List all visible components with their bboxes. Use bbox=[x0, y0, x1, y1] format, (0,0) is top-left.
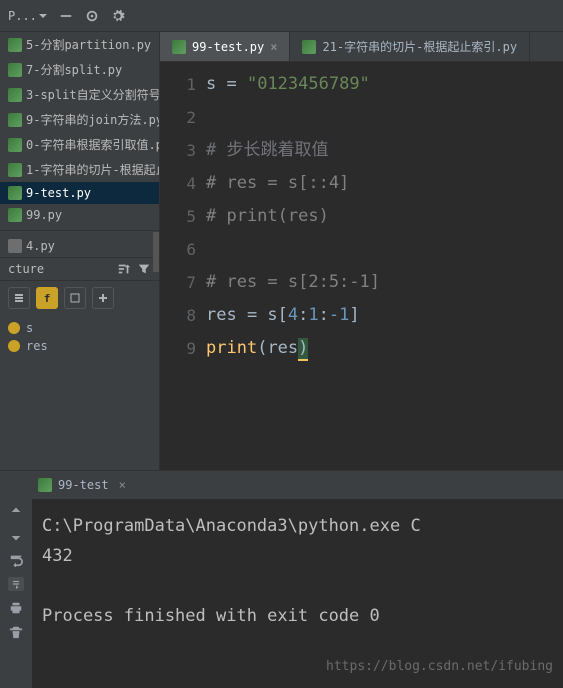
file-row[interactable]: 5-分割partition.py bbox=[0, 32, 159, 57]
watermark: https://blog.csdn.net/ifubing bbox=[326, 652, 553, 682]
structure-items: sres bbox=[0, 315, 159, 359]
structure-header: cture bbox=[0, 257, 159, 281]
structure-btn-3[interactable] bbox=[64, 287, 86, 309]
console-output[interactable]: C:\ProgramData\Anaconda3\python.exe C432… bbox=[32, 499, 563, 688]
file-row[interactable]: 7-分割split.py bbox=[0, 57, 159, 82]
wrap-icon[interactable] bbox=[8, 553, 24, 567]
line-gutter: 123456789 bbox=[160, 68, 206, 470]
file-row[interactable]: 99.py bbox=[0, 204, 159, 226]
collapse-icon[interactable] bbox=[59, 9, 73, 23]
filter-icon[interactable] bbox=[137, 262, 151, 276]
structure-item[interactable]: res bbox=[8, 337, 151, 355]
file-row[interactable]: 3-split自定义分割符号.py bbox=[0, 82, 159, 107]
structure-btn-1[interactable] bbox=[8, 287, 30, 309]
file-row[interactable]: 0-字符串根据索引取值.py bbox=[0, 132, 159, 157]
run-toolbar bbox=[0, 499, 32, 688]
print-icon[interactable] bbox=[9, 601, 23, 615]
project-dropdown[interactable]: P... bbox=[8, 9, 47, 23]
scratch-file[interactable]: 4.py bbox=[0, 235, 159, 257]
structure-btn-4[interactable] bbox=[92, 287, 114, 309]
structure-toolbar: f bbox=[0, 281, 159, 315]
code-lines[interactable]: s = "0123456789" # 步长跳着取值# res = s[::4]#… bbox=[206, 68, 563, 470]
editor-tab[interactable]: 99-test.py× bbox=[160, 32, 290, 61]
scrollbar-thumb[interactable] bbox=[153, 232, 159, 272]
run-tab-bar: 99-test × bbox=[0, 471, 563, 499]
structure-btn-fields[interactable]: f bbox=[36, 287, 58, 309]
target-icon[interactable] bbox=[85, 9, 99, 23]
code-editor: 99-test.py×21-字符串的切片-根据起止索引.py 123456789… bbox=[160, 32, 563, 470]
trash-icon[interactable] bbox=[9, 625, 23, 639]
editor-tab[interactable]: 21-字符串的切片-根据起止索引.py bbox=[290, 32, 530, 61]
file-row[interactable]: 9-字符串的join方法.py bbox=[0, 107, 159, 132]
project-sidebar: 5-分割partition.py7-分割split.py3-split自定义分割… bbox=[0, 32, 160, 470]
close-icon[interactable]: × bbox=[270, 40, 277, 54]
run-panel: 99-test × C:\ProgramData\Anaconda3\pytho… bbox=[0, 470, 563, 688]
file-list: 5-分割partition.py7-分割split.py3-split自定义分割… bbox=[0, 32, 159, 226]
down-icon[interactable] bbox=[9, 529, 23, 543]
run-tab[interactable]: 99-test × bbox=[28, 474, 136, 496]
editor-tabs: 99-test.py×21-字符串的切片-根据起止索引.py bbox=[160, 32, 563, 62]
up-icon[interactable] bbox=[9, 505, 23, 519]
scroll-end-icon[interactable] bbox=[8, 577, 24, 591]
file-row[interactable]: 1-字符串的切片-根据起止 bbox=[0, 157, 159, 182]
structure-title: cture bbox=[8, 262, 44, 276]
file-row[interactable]: 9-test.py bbox=[0, 182, 159, 204]
gear-icon[interactable] bbox=[111, 9, 125, 23]
structure-item[interactable]: s bbox=[8, 319, 151, 337]
main-toolbar: P... bbox=[0, 0, 563, 32]
sort-icon[interactable] bbox=[117, 262, 131, 276]
